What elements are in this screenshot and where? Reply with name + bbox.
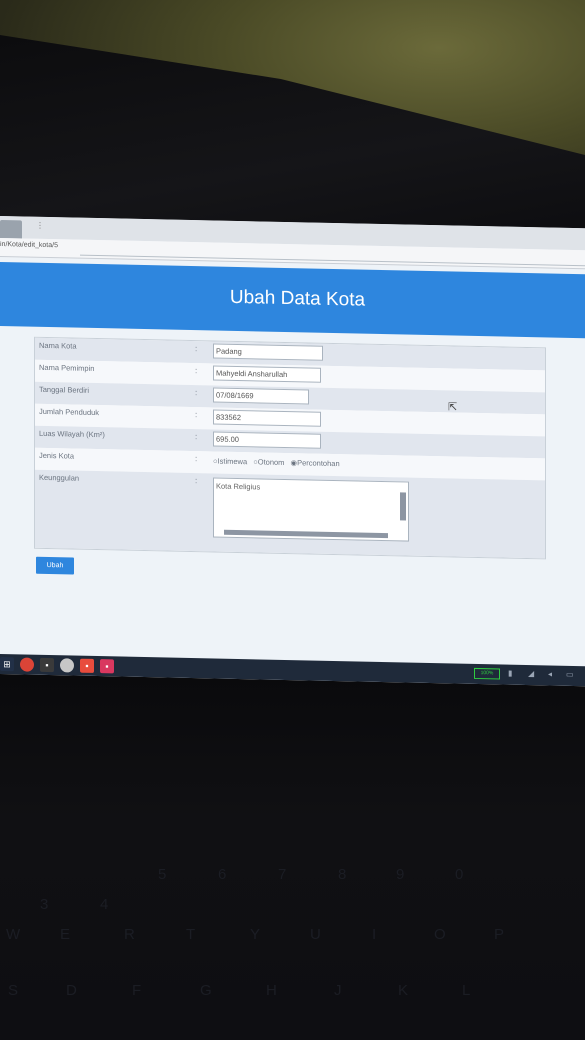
textarea-value: Kota Religius bbox=[216, 481, 261, 492]
separator: : bbox=[195, 410, 198, 420]
notification-icon[interactable]: ▭ bbox=[566, 670, 574, 679]
key: D bbox=[66, 982, 77, 999]
key: P bbox=[494, 926, 505, 943]
key: L bbox=[462, 982, 471, 999]
nama-pemimpin-input[interactable]: Mahyeldi Ansharullah bbox=[213, 365, 321, 383]
key: E bbox=[60, 926, 71, 943]
key: K bbox=[398, 982, 409, 999]
key: 4 bbox=[100, 896, 109, 913]
key: 3 bbox=[40, 896, 49, 913]
luas-wilayah-input[interactable]: 695.00 bbox=[213, 431, 321, 449]
key: R bbox=[124, 926, 135, 943]
key: I bbox=[372, 926, 377, 943]
laptop-screen: ⋮ in/Kota/edit_kota/5 Ubah Data Kota Nam… bbox=[0, 216, 585, 687]
label-nama-pemimpin: Nama Pemimpin bbox=[39, 362, 95, 373]
jumlah-penduduk-input[interactable]: 833562 bbox=[213, 409, 321, 427]
browser-icon[interactable] bbox=[60, 658, 74, 673]
label-jumlah-penduduk: Jumlah Penduduk bbox=[39, 406, 100, 418]
radio-label: Otonom bbox=[257, 457, 285, 467]
jenis-kota-radio-group: ○Istimewa ○Otonom ◉Percontohan bbox=[213, 456, 344, 468]
separator: : bbox=[195, 344, 198, 354]
horizontal-scrollbar[interactable] bbox=[224, 529, 388, 539]
key: G bbox=[200, 982, 212, 999]
new-tab-icon[interactable]: ⋮ bbox=[36, 221, 44, 230]
app-red-icon[interactable]: ▪ bbox=[80, 658, 94, 673]
mouse-cursor-icon: ⇱ bbox=[448, 401, 458, 414]
radio-percontohan[interactable]: ◉Percontohan bbox=[291, 458, 340, 468]
form-row-keunggulan: Keunggulan : Kota Religius bbox=[35, 469, 545, 559]
page-title: Ubah Data Kota bbox=[229, 286, 366, 311]
url-text[interactable]: in/Kota/edit_kota/5 bbox=[0, 241, 58, 249]
nama-kota-input[interactable]: Padang bbox=[213, 343, 323, 361]
key: 5 bbox=[158, 866, 167, 883]
key: H bbox=[266, 982, 277, 999]
key: 8 bbox=[338, 866, 347, 883]
label-keunggulan: Keunggulan bbox=[39, 472, 80, 483]
separator: : bbox=[195, 476, 198, 486]
key: T bbox=[186, 926, 196, 943]
browser-tab[interactable] bbox=[0, 220, 22, 239]
key: Y bbox=[250, 926, 261, 943]
key: S bbox=[8, 982, 19, 999]
key: 7 bbox=[278, 866, 287, 883]
key: 9 bbox=[396, 866, 405, 883]
key: 0 bbox=[455, 866, 464, 883]
separator: : bbox=[195, 366, 198, 376]
label-nama-kota: Nama Kota bbox=[39, 340, 77, 351]
radio-label: Istimewa bbox=[217, 456, 248, 467]
app-pink-icon[interactable]: ▪ bbox=[100, 659, 114, 674]
ubah-button[interactable]: Ubah bbox=[36, 556, 74, 575]
key: W bbox=[6, 926, 21, 943]
network-icon[interactable]: ◢ bbox=[528, 669, 534, 678]
key: 6 bbox=[218, 866, 227, 883]
radio-istimewa[interactable]: ○Istimewa bbox=[213, 456, 247, 466]
radio-label: Percontohan bbox=[297, 458, 340, 469]
separator: : bbox=[195, 454, 198, 464]
key: F bbox=[132, 982, 142, 999]
key: J bbox=[334, 982, 342, 999]
chrome-icon[interactable] bbox=[20, 657, 34, 672]
keyboard: 3 4 5 6 7 8 9 0 W E R T Y U I O P S D F … bbox=[0, 830, 585, 1040]
power-icon[interactable]: ▮ bbox=[508, 669, 512, 678]
separator: : bbox=[195, 388, 198, 398]
label-jenis-kota: Jenis Kota bbox=[39, 450, 75, 461]
key: U bbox=[310, 926, 321, 943]
page-header: Ubah Data Kota bbox=[0, 262, 585, 339]
vertical-scrollbar[interactable] bbox=[400, 492, 406, 521]
battery-icon[interactable]: 100% bbox=[474, 667, 500, 680]
label-tanggal-berdiri: Tanggal Berdiri bbox=[39, 384, 90, 395]
edit-form: Nama Kota : Padang Nama Pemimpin : Mahye… bbox=[34, 336, 546, 560]
tanggal-berdiri-input[interactable]: 07/08/1669 bbox=[213, 387, 309, 405]
app-icon[interactable]: ▪ bbox=[40, 657, 54, 673]
volume-icon[interactable]: ◂ bbox=[548, 669, 552, 678]
keunggulan-textarea[interactable]: Kota Religius bbox=[213, 477, 409, 542]
label-luas-wilayah: Luas Wilayah (Km²) bbox=[39, 428, 105, 440]
key: O bbox=[434, 926, 446, 943]
radio-otonom[interactable]: ○Otonom bbox=[253, 457, 284, 467]
start-icon[interactable]: ⊞ bbox=[0, 657, 14, 672]
separator: : bbox=[195, 432, 198, 442]
